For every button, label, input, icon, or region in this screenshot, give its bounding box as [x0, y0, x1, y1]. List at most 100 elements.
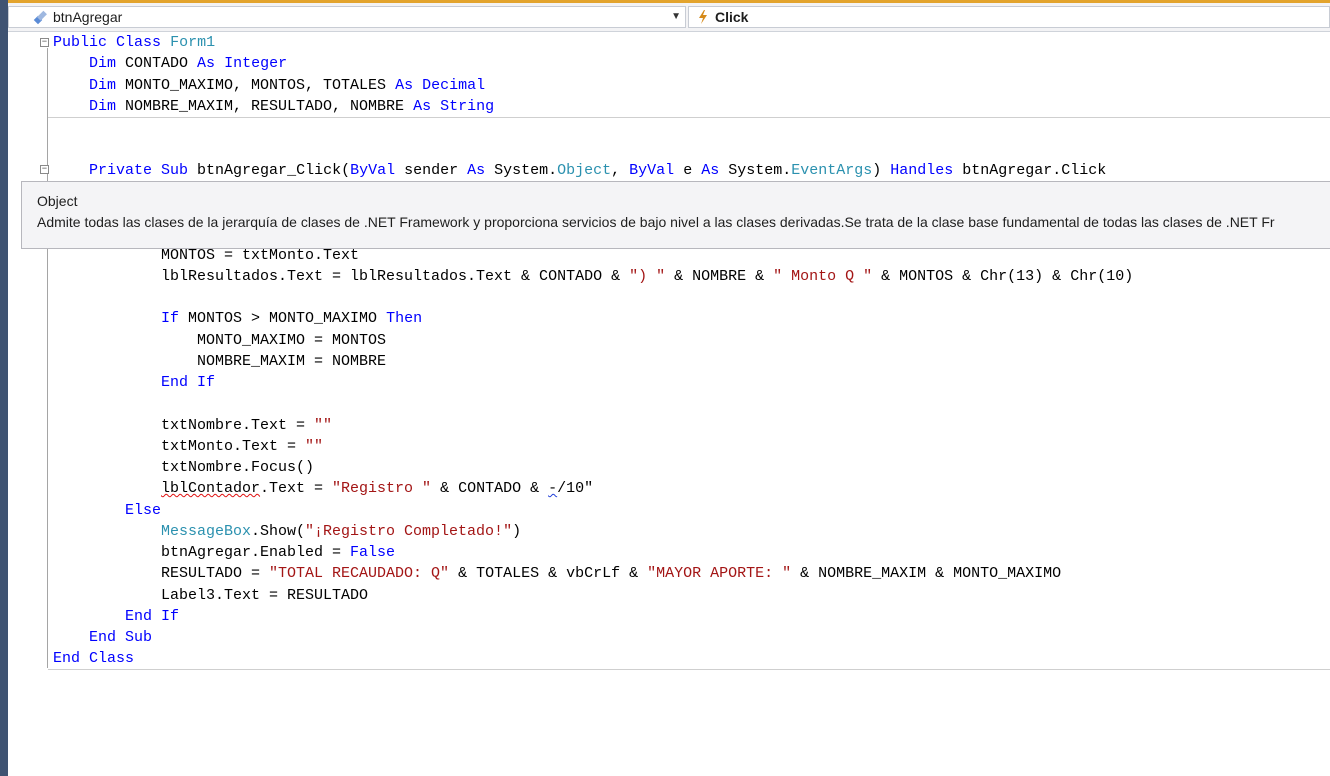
code-text: MONTOS > MONTO_MAXIMO [179, 310, 387, 327]
code-line[interactable]: Private Sub btnAgregar_Click(ByVal sende… [89, 160, 1106, 181]
code-text: & NOMBRE & [665, 268, 774, 285]
code-keyword: End If [125, 608, 180, 625]
chevron-down-icon[interactable]: ▼ [671, 11, 681, 22]
code-keyword: Then [386, 310, 423, 327]
code-text: , [611, 162, 630, 179]
code-editor[interactable] [28, 32, 1330, 776]
code-keyword: ByVal [350, 162, 396, 179]
code-text: Label3.Text = RESULTADO [161, 587, 369, 604]
code-text: & CONTADO & [431, 480, 549, 497]
code-keyword: ByVal [629, 162, 675, 179]
code-text: /10" [557, 480, 594, 497]
code-line[interactable]: txtNombre.Focus() [161, 457, 314, 478]
code-string: "" [305, 438, 324, 455]
tooltip-title: Object [37, 193, 78, 209]
code-keyword: Decimal [422, 77, 486, 94]
code-text: & MONTOS & Chr(13) & Chr(10) [872, 268, 1134, 285]
warning-squiggle-text: - [548, 480, 558, 497]
code-line[interactable]: RESULTADO = "TOTAL RECAUDADO: Q" & TOTAL… [161, 563, 1061, 584]
code-string: "" [314, 417, 333, 434]
code-keyword: As [395, 77, 414, 94]
code-type: EventArgs [791, 162, 873, 179]
code-line[interactable]: If MONTOS > MONTO_MAXIMO Then [161, 308, 422, 329]
object-combo[interactable]: btnAgregar ▼ [8, 6, 686, 28]
code-keyword: As [467, 162, 486, 179]
code-text: System. [485, 162, 558, 179]
code-keyword: As [197, 55, 216, 72]
code-line[interactable]: Dim MONTO_MAXIMO, MONTOS, TOTALES As Dec… [89, 75, 485, 96]
code-text: MONTO_MAXIMO = MONTOS [197, 332, 387, 349]
code-keyword: Public [53, 34, 108, 51]
code-line[interactable]: End If [161, 372, 215, 393]
collapse-icon[interactable]: − [40, 38, 49, 47]
code-keyword: Private [89, 162, 153, 179]
editor-margin [8, 32, 28, 776]
quickinfo-tooltip: Object Admite todas las clases de la jer… [21, 181, 1330, 249]
tooltip-description: Admite todas las clases de la jerarquía … [37, 214, 1275, 230]
code-line[interactable]: txtMonto.Text = "" [161, 436, 323, 457]
code-keyword: Dim [89, 98, 117, 115]
code-line[interactable]: Dim NOMBRE_MAXIM, RESULTADO, NOMBRE As S… [89, 96, 494, 117]
code-line[interactable]: MONTO_MAXIMO = MONTOS [197, 330, 386, 351]
code-text: MONTOS = txtMonto.Text [161, 247, 360, 264]
code-line[interactable]: Public Class Form1 [53, 32, 215, 53]
code-text: btnAgregar_Click( [188, 162, 351, 179]
code-line[interactable]: End Sub [89, 627, 152, 648]
code-text: e [674, 162, 702, 179]
code-keyword: String [440, 98, 495, 115]
code-type: Form1 [170, 34, 216, 51]
code-string: "TOTAL RECAUDADO: Q" [269, 565, 450, 582]
code-string: "MAYOR APORTE: " [647, 565, 792, 582]
code-text: NOMBRE_MAXIM, RESULTADO, NOMBRE [116, 98, 414, 115]
code-text: lblResultados.Text = lblResultados.Text … [161, 268, 630, 285]
code-line[interactable]: Else [125, 500, 161, 521]
method-separator [48, 669, 1330, 670]
code-string: ") " [629, 268, 666, 285]
code-keyword: False [350, 544, 396, 561]
code-line[interactable]: NOMBRE_MAXIM = NOMBRE [197, 351, 386, 372]
code-keyword: Handles [890, 162, 954, 179]
code-line[interactable]: lblResultados.Text = lblResultados.Text … [161, 266, 1133, 287]
code-text: RESULTADO = [161, 565, 270, 582]
control-icon [33, 9, 49, 25]
code-text: System. [719, 162, 792, 179]
code-keyword: Integer [224, 55, 288, 72]
code-text: CONTADO [116, 55, 198, 72]
event-combo-label: Click [715, 9, 749, 25]
code-line[interactable]: End If [125, 606, 179, 627]
code-keyword: If [161, 310, 180, 327]
code-text: MONTO_MAXIMO, MONTOS, TOTALES [116, 77, 396, 94]
event-combo[interactable]: Click [688, 6, 1330, 28]
code-line[interactable]: btnAgregar.Enabled = False [161, 542, 395, 563]
code-text: ) [512, 523, 522, 540]
collapse-icon[interactable]: − [40, 165, 49, 174]
code-string: "¡Registro Completado!" [305, 523, 513, 540]
outline-guide [47, 48, 48, 668]
code-line[interactable]: Label3.Text = RESULTADO [161, 585, 368, 606]
code-keyword: As [413, 98, 432, 115]
code-line[interactable]: txtNombre.Text = "" [161, 415, 332, 436]
error-squiggle-text: lblContador [161, 480, 261, 497]
code-text: sender [395, 162, 468, 179]
code-text: NOMBRE_MAXIM = NOMBRE [197, 353, 387, 370]
code-keyword: As [701, 162, 720, 179]
code-line[interactable]: Dim CONTADO As Integer [89, 53, 287, 74]
code-line[interactable]: lblContador.Text = "Registro " & CONTADO… [161, 478, 593, 499]
code-keyword: End Class [53, 650, 135, 667]
code-line[interactable]: End Class [53, 648, 134, 669]
lightning-event-icon [695, 9, 711, 25]
code-line[interactable]: MessageBox.Show("¡Registro Completado!") [161, 521, 521, 542]
code-keyword: Dim [89, 77, 117, 94]
code-keyword: Sub [161, 162, 189, 179]
code-text: btnAgregar.Click [953, 162, 1107, 179]
method-separator [48, 117, 1330, 118]
code-text: .Text = [260, 480, 333, 497]
code-text: txtMonto.Text = [161, 438, 306, 455]
code-keyword: End Sub [89, 629, 153, 646]
code-keyword: Class [116, 34, 162, 51]
